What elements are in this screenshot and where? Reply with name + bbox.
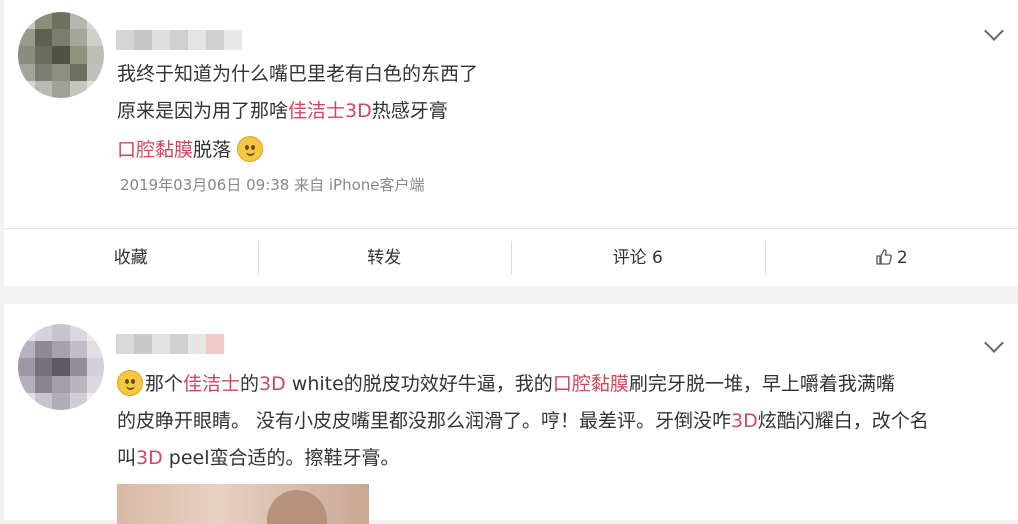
weibo-post-card: 那个佳洁士的3D white的脱皮功效好牛逼，我的口腔黏膜刷完牙脱一堆，早上嚼着… <box>4 304 1018 520</box>
post-text: 热感牙膏 <box>372 100 448 122</box>
keyword-highlight[interactable]: 佳洁士3D <box>288 100 372 122</box>
weibo-post-card: 我终于知道为什么嘴巴里老有白色的东西了 原来是因为用了那啥佳洁士3D热感牙膏 口… <box>4 0 1018 286</box>
grimacing-face-emoji-icon <box>117 370 143 396</box>
repost-button[interactable]: 转发 <box>258 241 512 275</box>
favorite-label: 收藏 <box>114 248 148 268</box>
post-text: 的皮睁开眼睛。 没有小皮皮嘴里都没那么润滑了。哼！最差评。牙倒没咋 <box>117 410 731 432</box>
post-text-line: 我终于知道为什么嘴巴里老有白色的东西了 <box>117 61 478 87</box>
keyword-highlight[interactable]: 3D <box>259 373 286 395</box>
post-text: 刷完牙脱一堆，早上嚼着我满嘴 <box>629 373 895 395</box>
post-text: 的 <box>240 373 259 395</box>
username-blurred[interactable] <box>116 30 242 50</box>
repost-label: 转发 <box>367 248 401 268</box>
thumbs-up-icon <box>875 248 893 266</box>
post-text: 我终于知道为什么嘴巴里老有白色的东西了 <box>117 63 478 85</box>
post-text: 叫 <box>117 447 136 469</box>
post-text-line: 那个佳洁士的3D white的脱皮功效好牛逼，我的口腔黏膜刷完牙脱一堆，早上嚼着… <box>117 370 895 397</box>
avatar[interactable] <box>18 324 104 410</box>
post-text: white的脱皮功效好牛逼，我的 <box>286 373 553 395</box>
post-text: peel蛮合适的。擦鞋牙膏。 <box>163 447 400 469</box>
action-bar: 收藏 转发 评论 6 2 <box>4 228 1018 287</box>
chevron-down-icon[interactable] <box>984 333 1004 353</box>
keyword-highlight[interactable]: 口腔黏膜 <box>117 139 193 161</box>
post-text: 脱落 <box>193 139 231 161</box>
post-text-line: 口腔黏膜脱落 <box>117 136 263 163</box>
like-count: 2 <box>897 248 908 268</box>
avatar[interactable] <box>18 12 104 98</box>
keyword-highlight[interactable]: 3D <box>731 410 758 432</box>
keyword-highlight[interactable]: 3D <box>136 447 163 469</box>
post-text: 那个 <box>145 373 183 395</box>
keyword-highlight[interactable]: 佳洁士 <box>183 373 240 395</box>
post-text-line: 叫3D peel蛮合适的。擦鞋牙膏。 <box>117 445 400 471</box>
chevron-down-icon[interactable] <box>984 21 1004 41</box>
username-blurred[interactable] <box>116 334 224 354</box>
post-timestamp-source[interactable]: 2019年03月06日 09:38 来自 iPhone客户端 <box>120 174 425 195</box>
post-text: 原来是因为用了那啥 <box>117 100 288 122</box>
post-text-line: 的皮睁开眼睛。 没有小皮皮嘴里都没那么润滑了。哼！最差评。牙倒没咋3D炫酷闪耀白… <box>117 408 929 434</box>
post-image-thumbnail[interactable] <box>117 484 369 524</box>
keyword-highlight[interactable]: 口腔黏膜 <box>553 373 629 395</box>
post-text-line: 原来是因为用了那啥佳洁士3D热感牙膏 <box>117 98 448 124</box>
thinking-face-emoji-icon <box>237 136 263 162</box>
favorite-button[interactable]: 收藏 <box>4 241 258 275</box>
comment-button[interactable]: 评论 6 <box>511 241 765 275</box>
comment-label: 评论 6 <box>613 248 663 268</box>
like-button[interactable]: 2 <box>765 241 1018 275</box>
post-text: 炫酷闪耀白，改个名 <box>758 410 929 432</box>
